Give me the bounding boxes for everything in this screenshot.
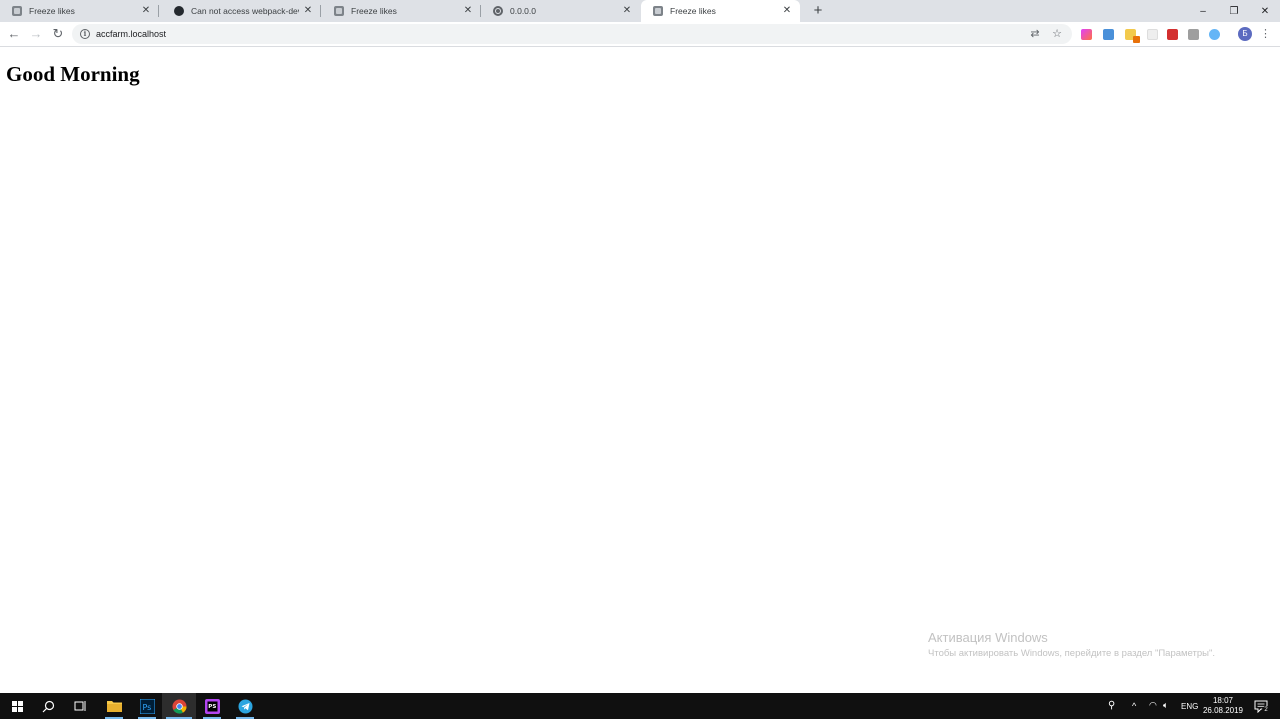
- restore-button[interactable]: ❐: [1219, 0, 1249, 22]
- task-view-icon: [74, 701, 85, 711]
- site-logo-icon: [334, 6, 344, 16]
- extension-icon[interactable]: [1209, 29, 1220, 40]
- tab-title: Freeze likes: [670, 6, 716, 16]
- site-logo-icon: [12, 6, 22, 16]
- search-button[interactable]: [31, 693, 65, 719]
- start-button[interactable]: [0, 693, 34, 719]
- url-text[interactable]: accfarm.localhost: [96, 29, 1028, 39]
- telegram-icon: [238, 699, 252, 713]
- system-clock[interactable]: 18:07 26.08.2019: [1200, 696, 1246, 716]
- windows-taskbar: Ps PS ⚲ ^ ◠ 🔈︎ ENG 18:07 26.08.2019 2: [0, 693, 1280, 719]
- tab-github-issue[interactable]: Can not access webpack-dev-server ✕: [162, 0, 321, 22]
- tab-freeze-likes-1[interactable]: Freeze likes ✕: [0, 0, 159, 22]
- tab-title: Freeze likes: [351, 6, 397, 16]
- close-icon[interactable]: ✕: [622, 6, 632, 16]
- info-icon[interactable]: i: [80, 29, 90, 39]
- windows-activation-watermark: Активация Windows Чтобы активировать Win…: [928, 630, 1215, 661]
- file-explorer-button[interactable]: [97, 693, 131, 719]
- folder-icon: [106, 701, 122, 712]
- close-icon[interactable]: ✕: [782, 6, 792, 16]
- github-icon: [174, 6, 184, 16]
- tab-title: Freeze likes: [29, 6, 75, 16]
- tab-0-0-0-0[interactable]: 0.0.0.0 ✕: [481, 0, 640, 22]
- bookmark-star-icon[interactable]: ☆: [1050, 27, 1064, 41]
- show-hidden-icons-chevron-icon[interactable]: ^: [1132, 701, 1136, 711]
- clock-date: 26.08.2019: [1202, 706, 1244, 715]
- action-center-button[interactable]: 2: [1248, 693, 1274, 719]
- extension-icon[interactable]: [1147, 29, 1158, 40]
- extension-icon[interactable]: [1167, 29, 1178, 40]
- extension-icon[interactable]: [1103, 29, 1114, 40]
- kebab-menu-icon[interactable]: ⋮: [1260, 27, 1271, 41]
- close-window-button[interactable]: ✕: [1250, 0, 1280, 22]
- site-logo-icon: [653, 6, 663, 16]
- volume-icon[interactable]: 🔈︎: [1163, 700, 1168, 711]
- phpstorm-button[interactable]: PS: [195, 693, 229, 719]
- telegram-button[interactable]: [228, 693, 262, 719]
- windows-logo-icon: [11, 700, 23, 712]
- minimize-button[interactable]: –: [1188, 0, 1218, 22]
- back-button[interactable]: ←: [6, 26, 22, 42]
- new-tab-button[interactable]: +: [810, 3, 826, 19]
- forward-button[interactable]: →: [28, 26, 44, 42]
- network-icon[interactable]: ◠: [1149, 700, 1157, 711]
- reload-button[interactable]: ↻: [50, 26, 66, 42]
- tab-title: 0.0.0.0: [510, 6, 536, 16]
- watermark-title: Активация Windows: [928, 630, 1048, 645]
- greeting-heading: Good Morning: [6, 62, 140, 86]
- task-view-button[interactable]: [63, 693, 97, 719]
- extension-icon[interactable]: [1081, 29, 1092, 40]
- globe-icon: [493, 6, 503, 16]
- address-bar[interactable]: i accfarm.localhost ⇄ ☆: [72, 24, 1072, 44]
- search-icon: [42, 700, 54, 712]
- watermark-subtitle: Чтобы активировать Windows, перейдите в …: [928, 648, 1215, 659]
- photoshop-icon: Ps: [139, 698, 155, 714]
- extension-icon[interactable]: [1125, 29, 1140, 43]
- tab-freeze-likes-active[interactable]: Freeze likes ✕: [641, 0, 800, 22]
- photoshop-button[interactable]: Ps: [130, 693, 164, 719]
- profile-avatar[interactable]: Б: [1238, 27, 1252, 41]
- browser-toolbar: ← → ↻ i accfarm.localhost ⇄ ☆ Б ⋮: [0, 22, 1280, 47]
- close-icon[interactable]: ✕: [303, 6, 313, 16]
- extension-icon[interactable]: [1188, 29, 1199, 40]
- screen: Freeze likes ✕ Can not access webpack-de…: [0, 0, 1280, 719]
- language-indicator[interactable]: ENG: [1181, 702, 1198, 711]
- tab-strip: Freeze likes ✕ Can not access webpack-de…: [0, 0, 1280, 22]
- chrome-icon: [172, 699, 187, 714]
- page-viewport: Good Morning Активация Windows Чтобы акт…: [0, 48, 1280, 693]
- extension-badge: [1133, 36, 1140, 43]
- tab-separator: [320, 5, 321, 17]
- tab-title: Can not access webpack-dev-server: [191, 6, 299, 16]
- notification-count-badge: 2: [1262, 706, 1270, 714]
- people-icon[interactable]: ⚲: [1108, 700, 1115, 711]
- clock-time: 18:07: [1212, 696, 1234, 705]
- close-icon[interactable]: ✕: [141, 6, 151, 16]
- chrome-button[interactable]: [162, 693, 196, 719]
- tab-freeze-likes-2[interactable]: Freeze likes ✕: [322, 0, 481, 22]
- svg-text:Ps: Ps: [142, 703, 151, 712]
- phpstorm-icon: PS: [204, 698, 220, 714]
- tab-separator: [158, 5, 159, 17]
- svg-text:PS: PS: [208, 704, 216, 710]
- translate-icon[interactable]: ⇄: [1028, 27, 1042, 41]
- close-icon[interactable]: ✕: [463, 6, 473, 16]
